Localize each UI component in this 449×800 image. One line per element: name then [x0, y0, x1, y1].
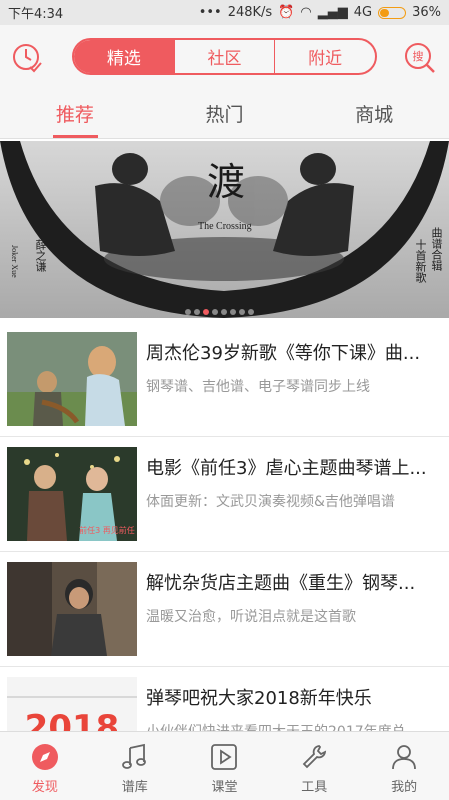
content-tabs: 推荐 热门 商城: [0, 89, 449, 139]
promo-banner[interactable]: 渡 The Crossing 薛之谦 Joker Xue 曲谱合辑 十首新歌: [0, 141, 449, 318]
segment-nearby[interactable]: 附近: [274, 40, 375, 73]
history-clock-icon[interactable]: [10, 41, 44, 75]
thumbnail-ex-files-3: 前任3 再见前任: [7, 447, 137, 541]
wifi-icon: ◠: [300, 5, 312, 20]
pagination-dot[interactable]: [194, 309, 200, 315]
user-icon: [392, 745, 416, 770]
list-item[interactable]: 解忧杂货店主题曲《重生》钢琴... 温暖又治愈，听说泪点就是这首歌: [0, 552, 449, 667]
list-item[interactable]: 周杰伦39岁新歌《等你下课》曲... 钢琴谱、吉他谱、电子琴谱同步上线: [0, 322, 449, 437]
item-subtitle: 温暖又治愈，听说泪点就是这首歌: [146, 609, 356, 625]
tab-recommend[interactable]: 推荐: [0, 89, 150, 138]
signal-icon: ▂▄▆: [317, 5, 348, 20]
banner-title: 渡: [207, 160, 246, 204]
nav-classroom[interactable]: 课堂: [180, 732, 270, 800]
item-title: 周杰伦39岁新歌《等你下课》曲...: [146, 343, 421, 364]
segment-community[interactable]: 社区: [173, 40, 275, 73]
banner-artist-en: Joker Xue: [10, 245, 19, 278]
network-speed: 248K/s: [227, 5, 273, 20]
pagination-dot[interactable]: [212, 309, 218, 315]
pagination-dot[interactable]: [203, 309, 209, 315]
list-item[interactable]: 前任3 再见前任 电影《前任3》虐心主题曲琴谱上... 体面更新：文武贝演奏视频…: [0, 437, 449, 552]
nav-library[interactable]: 谱库: [90, 732, 180, 800]
music-note-icon: [121, 743, 146, 769]
item-title: 弹琴吧祝大家2018新年快乐: [146, 688, 372, 709]
pagination-dot[interactable]: [221, 309, 227, 315]
compass-icon: [31, 744, 58, 770]
status-bar: 下午4:34 ••• 248K/s ⏰ ◠ ▂▄▆ 4G 36%: [0, 0, 449, 25]
item-subtitle: 钢琴谱、吉他谱、电子琴谱同步上线: [146, 379, 370, 395]
segment-featured[interactable]: 精选: [74, 40, 174, 73]
banner-subtitle: The Crossing: [198, 221, 252, 232]
wrench-icon: [303, 745, 327, 769]
nav-label: 谱库: [121, 780, 148, 795]
search-icon[interactable]: 搜: [403, 41, 437, 75]
nav-label: 工具: [301, 780, 328, 795]
nav-tools[interactable]: 工具: [269, 732, 359, 800]
nav-label: 发现: [31, 780, 58, 795]
pagination-dot[interactable]: [185, 309, 191, 315]
top-header: 精选 社区 附近 搜: [0, 25, 449, 89]
battery-percent: 36%: [412, 5, 441, 20]
tab-hot[interactable]: 热门: [150, 89, 300, 138]
nav-label: 课堂: [211, 780, 238, 795]
article-list: 周杰伦39岁新歌《等你下课》曲... 钢琴谱、吉他谱、电子琴谱同步上线 前任3 …: [0, 322, 449, 782]
banner-artist: 薛之谦: [34, 239, 47, 272]
thumbnail-jay-chou: [7, 332, 137, 426]
thumbnail-namiya: [7, 562, 137, 656]
item-title: 解忧杂货店主题曲《重生》钢琴...: [146, 573, 416, 594]
banner-note-2: 十首新歌: [414, 239, 427, 283]
pagination-dot[interactable]: [239, 309, 245, 315]
bottom-nav: 发现 谱库 课堂 工具 我的: [0, 731, 449, 800]
network-type: 4G: [353, 5, 373, 20]
banner-note-1: 曲谱合辑: [430, 227, 443, 271]
battery-icon: [378, 6, 407, 19]
tab-shop[interactable]: 商城: [299, 89, 449, 138]
pagination-dot[interactable]: [230, 309, 236, 315]
item-subtitle: 体面更新：文武贝演奏视频&吉他弹唱谱: [146, 494, 395, 510]
more-dots-icon: •••: [198, 5, 222, 20]
video-play-icon: [211, 744, 238, 770]
nav-profile[interactable]: 我的: [359, 732, 449, 800]
status-time: 下午4:34: [8, 7, 64, 22]
nav-discover[interactable]: 发现: [0, 732, 90, 800]
item-title: 电影《前任3》虐心主题曲琴谱上...: [146, 458, 427, 479]
alarm-icon: ⏰: [278, 5, 295, 20]
banner-pagination: [185, 309, 254, 315]
poster-caption: 前任3 再见前任: [79, 525, 135, 535]
segment-control: 精选 社区 附近: [72, 38, 377, 75]
nav-label: 我的: [391, 780, 418, 795]
pagination-dot[interactable]: [248, 309, 254, 315]
search-icon-label: 搜: [413, 49, 424, 63]
